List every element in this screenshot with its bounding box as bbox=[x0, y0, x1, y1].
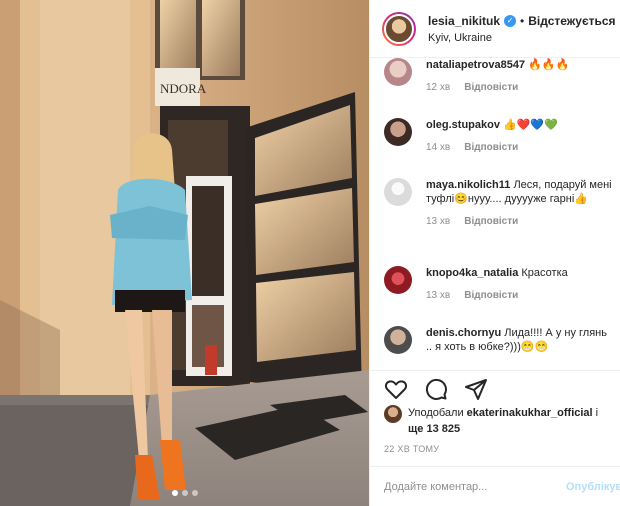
comment-time: 12 хв bbox=[426, 82, 451, 93]
comment-icon[interactable] bbox=[424, 377, 448, 401]
likes-summary: Уподобали ekaterinakukhar_official і ще … bbox=[384, 405, 620, 437]
comment-text: 🔥🔥🔥 bbox=[528, 59, 570, 71]
comment-username[interactable]: oleg.stupakov bbox=[426, 119, 500, 131]
comment-username[interactable]: maya.nikolich11 bbox=[426, 179, 510, 191]
following-button[interactable]: Відстежується bbox=[528, 14, 615, 28]
add-comment-bar: Опублікувати bbox=[370, 466, 620, 506]
liker-avatar[interactable] bbox=[384, 405, 402, 423]
share-icon[interactable] bbox=[464, 377, 488, 401]
comment-input[interactable] bbox=[384, 480, 554, 493]
reply-button[interactable]: Відповісти bbox=[464, 142, 518, 153]
comment-avatar[interactable] bbox=[384, 266, 412, 294]
likes-connector: і bbox=[595, 407, 599, 419]
likes-prefix: Уподобали bbox=[408, 407, 464, 419]
carousel-indicator bbox=[0, 490, 369, 496]
comment-item: knopo4ka_natalia Красотка 13 хв Відповіст… bbox=[384, 266, 616, 301]
reply-button[interactable]: Відповісти bbox=[464, 216, 518, 227]
comment-time: 13 хв bbox=[426, 216, 451, 227]
comment-time: 13 хв bbox=[426, 290, 451, 301]
comment-avatar[interactable] bbox=[384, 118, 412, 146]
liker-username[interactable]: ekaterinakukhar_official bbox=[467, 407, 593, 419]
post-location[interactable]: Kyiv, Ukraine bbox=[428, 32, 616, 44]
reply-button[interactable]: Відповісти bbox=[464, 82, 518, 93]
post-header: lesia_nikituk ✓ • Відстежується Kyiv, Uk… bbox=[370, 0, 620, 58]
comment-username[interactable]: nataliapetrova8547 bbox=[426, 59, 525, 71]
separator-dot: • bbox=[520, 13, 525, 28]
sign-text: NDORA bbox=[160, 81, 207, 96]
carousel-dot[interactable] bbox=[181, 490, 188, 496]
instagram-post: NDORA lesia_nikituk ✓ • Відстежується Ky… bbox=[0, 0, 620, 506]
post-timestamp[interactable]: 22 ХВ ТОМУ bbox=[384, 444, 439, 454]
post-actions: Уподобали ekaterinakukhar_official і ще … bbox=[370, 370, 620, 436]
comment-text: 👍❤️💙💚 bbox=[503, 119, 558, 131]
comment-item: maya.nikolich11 Леся, подаруй мені туфлі… bbox=[384, 178, 616, 227]
author-username[interactable]: lesia_nikituk bbox=[428, 14, 500, 28]
photo-illustration: NDORA bbox=[0, 0, 369, 506]
comment-avatar[interactable] bbox=[384, 58, 412, 86]
carousel-dot[interactable] bbox=[191, 490, 198, 496]
likes-count[interactable]: ще 13 825 bbox=[408, 423, 460, 435]
comments-list[interactable]: nataliapetrova8547 🔥🔥🔥 12 хв Відповісти o… bbox=[370, 58, 620, 370]
comment-item: oleg.stupakov 👍❤️💙💚 14 хв Відповісти bbox=[384, 118, 616, 153]
carousel-dot[interactable] bbox=[171, 490, 178, 496]
verified-badge-icon: ✓ bbox=[504, 14, 517, 27]
comment-item: nataliapetrova8547 🔥🔥🔥 12 хв Відповісти bbox=[384, 58, 616, 93]
comment-avatar[interactable] bbox=[384, 326, 412, 354]
reply-button[interactable]: Відповісти bbox=[464, 290, 518, 301]
comment-username[interactable]: denis.chornyu bbox=[426, 327, 501, 339]
comment-text: Красотка bbox=[521, 267, 568, 279]
post-photo[interactable]: NDORA bbox=[0, 0, 369, 506]
comment-item: denis.chornyu Лида!!!! А у ну глянь .. я… bbox=[384, 326, 616, 354]
author-avatar[interactable] bbox=[382, 11, 416, 46]
comment-time: 14 хв bbox=[426, 142, 451, 153]
comment-avatar[interactable] bbox=[384, 178, 412, 206]
post-side-panel: lesia_nikituk ✓ • Відстежується Kyiv, Uk… bbox=[369, 0, 620, 506]
publish-button[interactable]: Опублікувати bbox=[566, 481, 620, 493]
heart-icon[interactable] bbox=[384, 377, 408, 401]
comment-username[interactable]: knopo4ka_natalia bbox=[426, 267, 518, 279]
